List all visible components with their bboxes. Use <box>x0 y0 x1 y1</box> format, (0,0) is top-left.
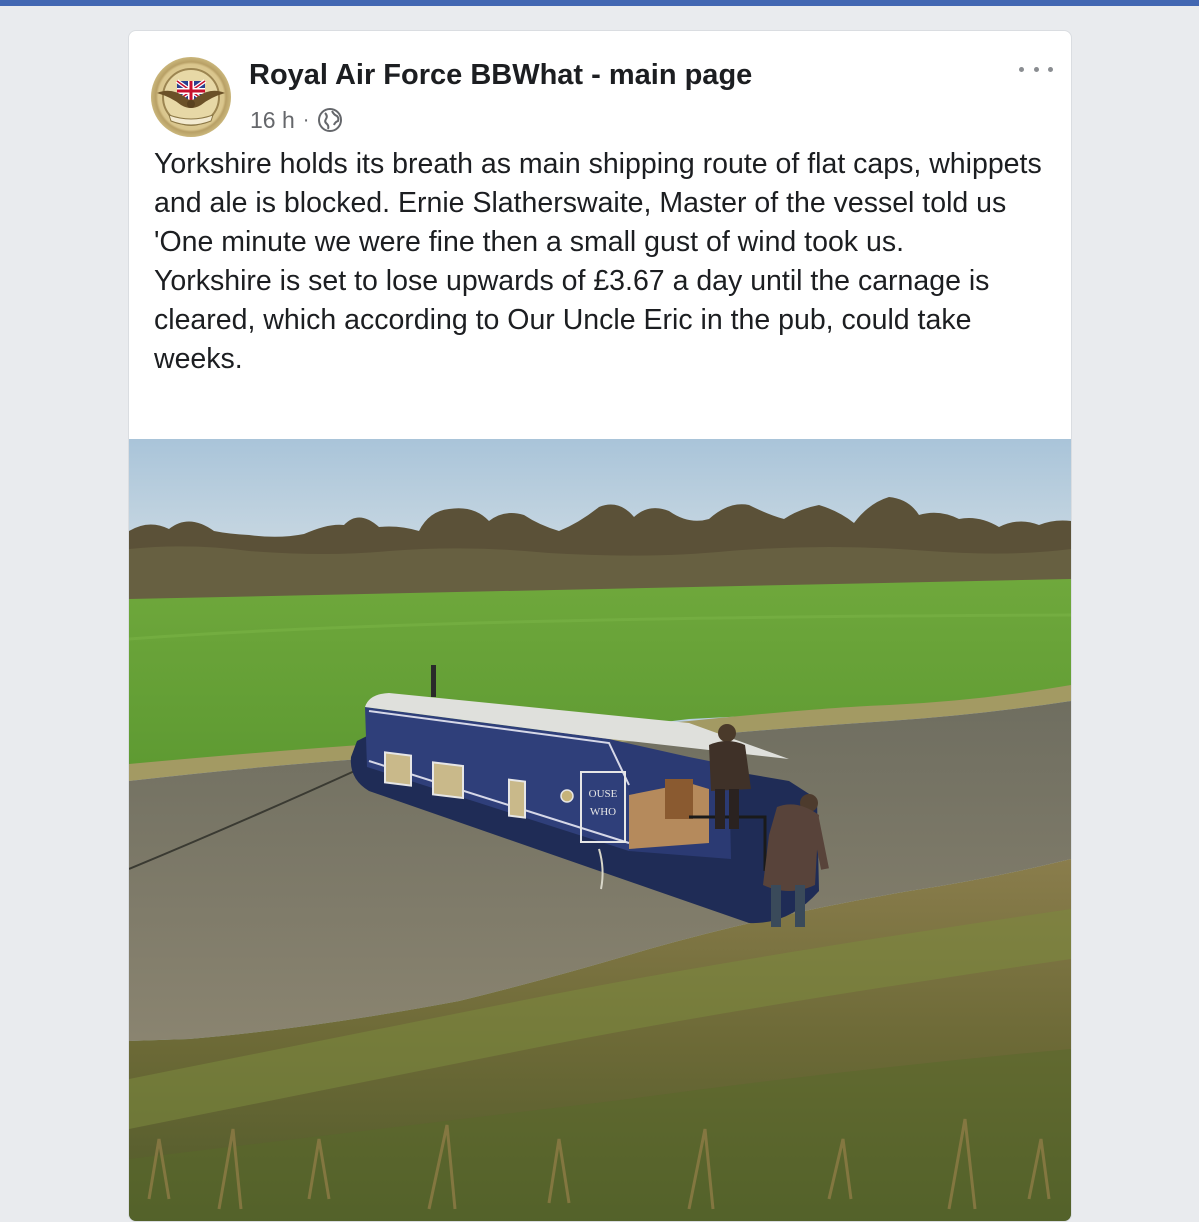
post-photo[interactable]: OUSE WHO <box>129 439 1071 1221</box>
more-dot <box>1048 66 1053 72</box>
globe-icon[interactable] <box>317 107 343 133</box>
page-avatar[interactable] <box>151 57 231 137</box>
top-accent-bar <box>0 0 1199 6</box>
post-paragraph: Yorkshire is set to lose upwards of £3.6… <box>154 265 990 375</box>
more-options-icon[interactable] <box>1019 55 1053 83</box>
more-dot <box>1033 66 1039 72</box>
post-text: Yorkshire holds its breath as main shipp… <box>154 145 1059 379</box>
boat-name-text: OUSE <box>589 788 618 800</box>
post-card: Royal Air Force BBWhat - main page 16 h … <box>128 30 1072 1222</box>
more-dot <box>1019 66 1024 72</box>
page-name[interactable]: Royal Air Force BBWhat - main page <box>249 59 752 92</box>
boat-name-text: WHO <box>590 806 616 818</box>
meta-separator: · <box>302 108 310 131</box>
post-paragraph: Yorkshire holds its breath as main shipp… <box>154 148 1042 258</box>
post-timestamp[interactable]: 16 h <box>250 107 295 134</box>
post-meta: 16 h · <box>250 105 343 135</box>
